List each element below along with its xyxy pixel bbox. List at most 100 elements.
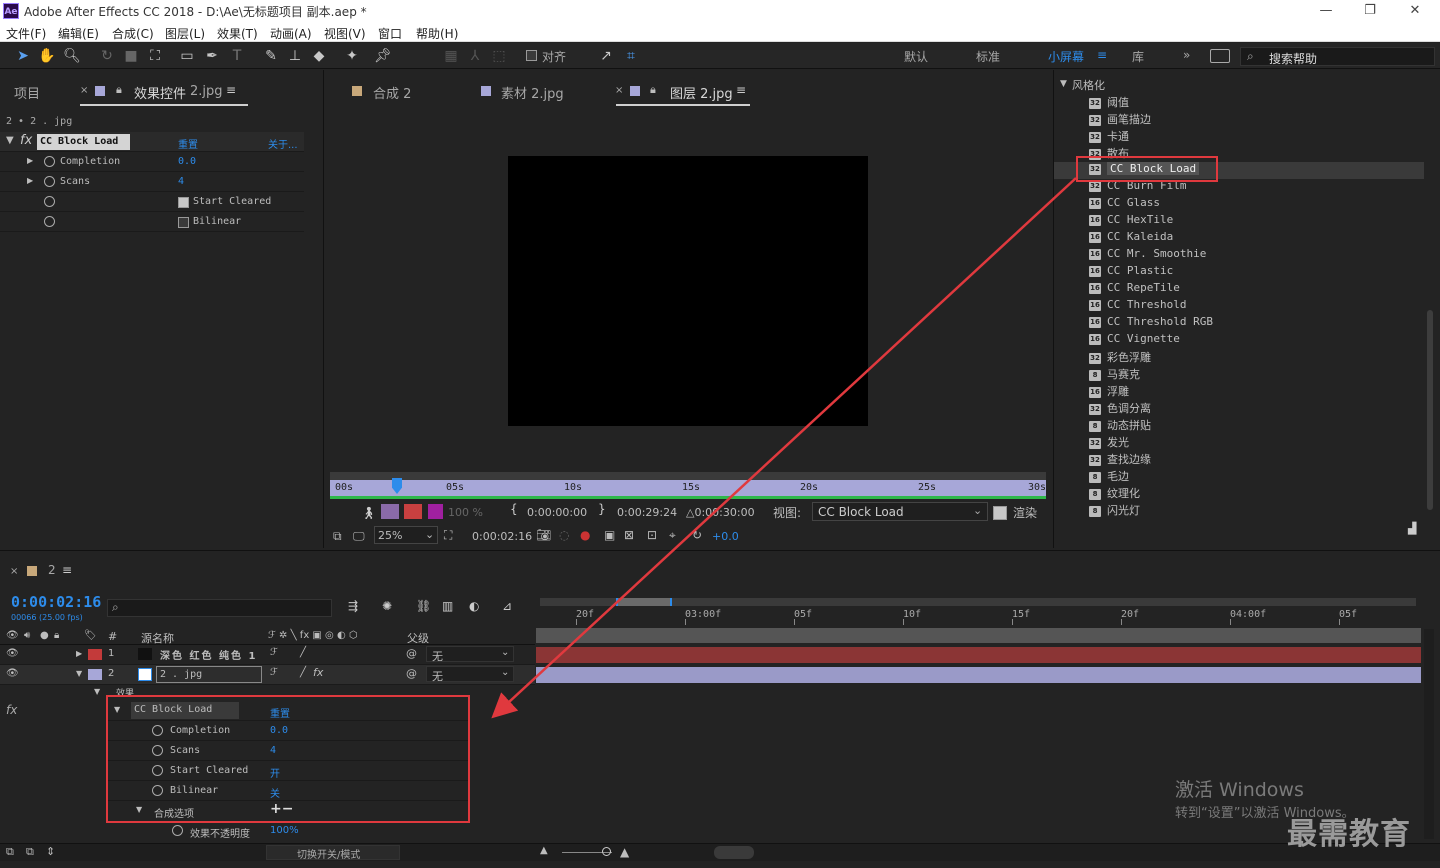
world-axis-icon[interactable]: ⅄ <box>466 47 484 65</box>
menu-edit[interactable]: 编辑(E) <box>58 25 99 42</box>
expand-arrow-icon[interactable]: ▶ <box>27 176 33 185</box>
brush-tool-icon[interactable]: ✎ <box>262 47 280 65</box>
layer-canvas[interactable] <box>508 156 868 426</box>
start-cleared-checkbox[interactable] <box>178 197 189 208</box>
effect-list-item[interactable]: 8 马赛克 <box>1089 366 1140 383</box>
hand-tool-icon[interactable]: ✋ <box>38 47 56 65</box>
set-out-icon[interactable]: } <box>598 502 606 516</box>
effect-list-item[interactable]: 16 CC Mr. Smoothie <box>1089 247 1206 264</box>
zoom-in-icon[interactable]: ▲ <box>620 845 629 859</box>
tab-effect-controls[interactable]: 效果控件 <box>134 83 186 102</box>
menu-effect[interactable]: 效果(T) <box>217 25 258 42</box>
effect-list-item[interactable]: 16 CC Threshold RGB <box>1089 315 1213 332</box>
resolution-icon[interactable]: ▣ <box>604 528 615 542</box>
comp-flowchart-icon[interactable]: ⇶ <box>348 599 358 613</box>
effect-list-item[interactable]: 16 CC Plastic <box>1089 264 1173 281</box>
eraser-tool-icon[interactable]: ◆ <box>310 47 328 65</box>
view-dropdown[interactable]: CC Block Load ⌄ <box>812 502 988 521</box>
prop-value[interactable]: 4 <box>178 176 184 187</box>
parent-dropdown[interactable]: 无 ⌄ <box>426 666 514 683</box>
pickwhip-icon[interactable]: @ <box>406 667 417 680</box>
rotate-tool-icon[interactable]: ↻ <box>98 47 116 65</box>
effect-list-item[interactable]: 16 CC Threshold <box>1089 298 1186 315</box>
tab-comp[interactable]: 合成 2 <box>373 83 411 102</box>
layer-label-color[interactable] <box>88 649 102 660</box>
panel-menu-icon[interactable]: ≡ <box>736 83 746 97</box>
effect-list-item[interactable]: 8 闪光灯 <box>1089 502 1140 519</box>
local-axis-icon[interactable]: ▦ <box>442 47 460 65</box>
layer-1-bar[interactable] <box>536 647 1421 663</box>
effect-name[interactable]: CC Block Load <box>37 134 130 150</box>
menu-help[interactable]: 帮助(H) <box>416 25 458 42</box>
workspace-default[interactable]: 默认 <box>904 48 928 65</box>
effect-list-item[interactable]: 16 CC HexTile <box>1089 213 1173 230</box>
selection-tool-icon[interactable]: ➤ <box>14 47 32 65</box>
new-folder-icon[interactable]: ▟ <box>1408 522 1416 535</box>
effect-list-item[interactable]: 8 毛边 <box>1089 468 1129 485</box>
menu-layer[interactable]: 图层(L) <box>165 25 205 42</box>
stopwatch-icon[interactable] <box>44 156 55 167</box>
color-swatch-icon[interactable] <box>428 504 443 519</box>
visibility-icon[interactable]: 👁︎ <box>6 668 19 679</box>
region-icon[interactable]: ⛶ <box>444 528 452 543</box>
layer-switches-icon[interactable]: ⧉ <box>6 845 14 859</box>
effect-list-item[interactable]: 16 CC Glass <box>1089 196 1160 213</box>
shy-switch-icon[interactable]: ℱ <box>270 647 278 658</box>
layer-name-field[interactable]: 2 . jpg <box>156 666 262 683</box>
close-tab-icon[interactable]: × <box>80 85 88 96</box>
transparency-icon[interactable]: ⊠ <box>624 528 634 542</box>
modes-icon[interactable]: ⧉ <box>26 845 34 859</box>
zoom-out-icon[interactable]: ▲ <box>540 845 548 856</box>
parent-dropdown[interactable]: 无 ⌄ <box>426 646 514 663</box>
effect-switch-icon[interactable]: fx <box>313 666 323 679</box>
quality-switch-icon[interactable]: ╱ <box>300 667 306 678</box>
layer-name[interactable]: 深色 红色 纯色 1 <box>160 647 257 662</box>
snap-icon[interactable]: ↗ <box>597 47 615 65</box>
effect-list-item[interactable]: 32 阈值 <box>1089 94 1129 111</box>
menu-window[interactable]: 窗口 <box>378 25 402 42</box>
in-out-icon[interactable]: ⇕ <box>46 845 55 858</box>
workspace-menu-icon[interactable]: ≡ <box>1097 48 1107 62</box>
solo-switch-icon[interactable]: ● <box>40 630 49 641</box>
expand-arrow-icon[interactable]: ▶ <box>27 156 33 165</box>
visibility-icon[interactable]: 👁︎ <box>6 648 19 659</box>
effect-list-item[interactable]: 32 查找边缘 <box>1089 451 1151 468</box>
search-help-box[interactable]: ⌕ 搜索帮助 <box>1240 47 1435 66</box>
about-link[interactable]: 关于... <box>268 136 298 151</box>
effect-list-item[interactable]: 8 纹理化 <box>1089 485 1140 502</box>
scrollbar[interactable] <box>1427 310 1433 510</box>
current-time[interactable]: 0:00:02:16 <box>472 530 532 543</box>
toggle-switches-button[interactable]: 切换开关/模式 <box>266 845 400 861</box>
effect-list-item[interactable]: 32 卡通 <box>1089 128 1129 145</box>
work-area-bar[interactable] <box>330 472 1046 480</box>
shy-switch-icon[interactable]: ℱ <box>270 667 278 678</box>
motion-blur-icon[interactable]: ◐ <box>469 599 479 613</box>
col-source-name[interactable]: 源名称 <box>141 630 174 646</box>
effect-list-item[interactable]: 32 彩色浮雕 <box>1089 349 1151 366</box>
effect-list-item[interactable]: 16 CC Kaleida <box>1089 230 1173 247</box>
menu-composition[interactable]: 合成(C) <box>112 25 154 42</box>
pan-behind-tool-icon[interactable]: ⛶ <box>146 47 164 65</box>
close-button[interactable]: ✕ <box>1403 2 1427 20</box>
transparency-grid-icon[interactable] <box>381 504 399 519</box>
quality-switch-icon[interactable]: ╱ <box>300 647 306 658</box>
col-parent[interactable]: 父级 <box>407 630 429 646</box>
menu-animation[interactable]: 动画(A) <box>270 25 312 42</box>
layer-row[interactable]: 👁︎ ▼ 2 2 . jpg ℱ ╱ fx @ 无 ⌄ <box>0 665 535 685</box>
stopwatch-icon[interactable] <box>44 176 55 187</box>
exposure-value[interactable]: +0.0 <box>712 530 739 543</box>
effect-list-item[interactable]: 16 浮雕 <box>1089 383 1129 400</box>
channels-icon[interactable]: ● <box>580 528 590 542</box>
bilinear-checkbox[interactable] <box>178 217 189 228</box>
lock-switch-icon[interactable]: 🔒︎ <box>54 630 59 641</box>
menu-view[interactable]: 视图(V) <box>324 25 366 42</box>
zoom-tool-icon[interactable]: 🔍︎ <box>63 47 81 65</box>
opacity-value[interactable]: 100 % <box>448 506 483 519</box>
tab-timeline-comp[interactable]: 2 <box>48 563 56 577</box>
view-axis-icon[interactable]: ⬚ <box>490 47 508 65</box>
set-in-icon[interactable]: { <box>510 502 518 516</box>
clone-stamp-tool-icon[interactable]: ⊥ <box>286 47 304 65</box>
tab-effect-target[interactable]: 2.jpg <box>190 84 223 99</box>
effects-group-name[interactable]: 风格化 <box>1072 77 1105 93</box>
pen-tool-icon[interactable]: ✒ <box>203 47 221 65</box>
